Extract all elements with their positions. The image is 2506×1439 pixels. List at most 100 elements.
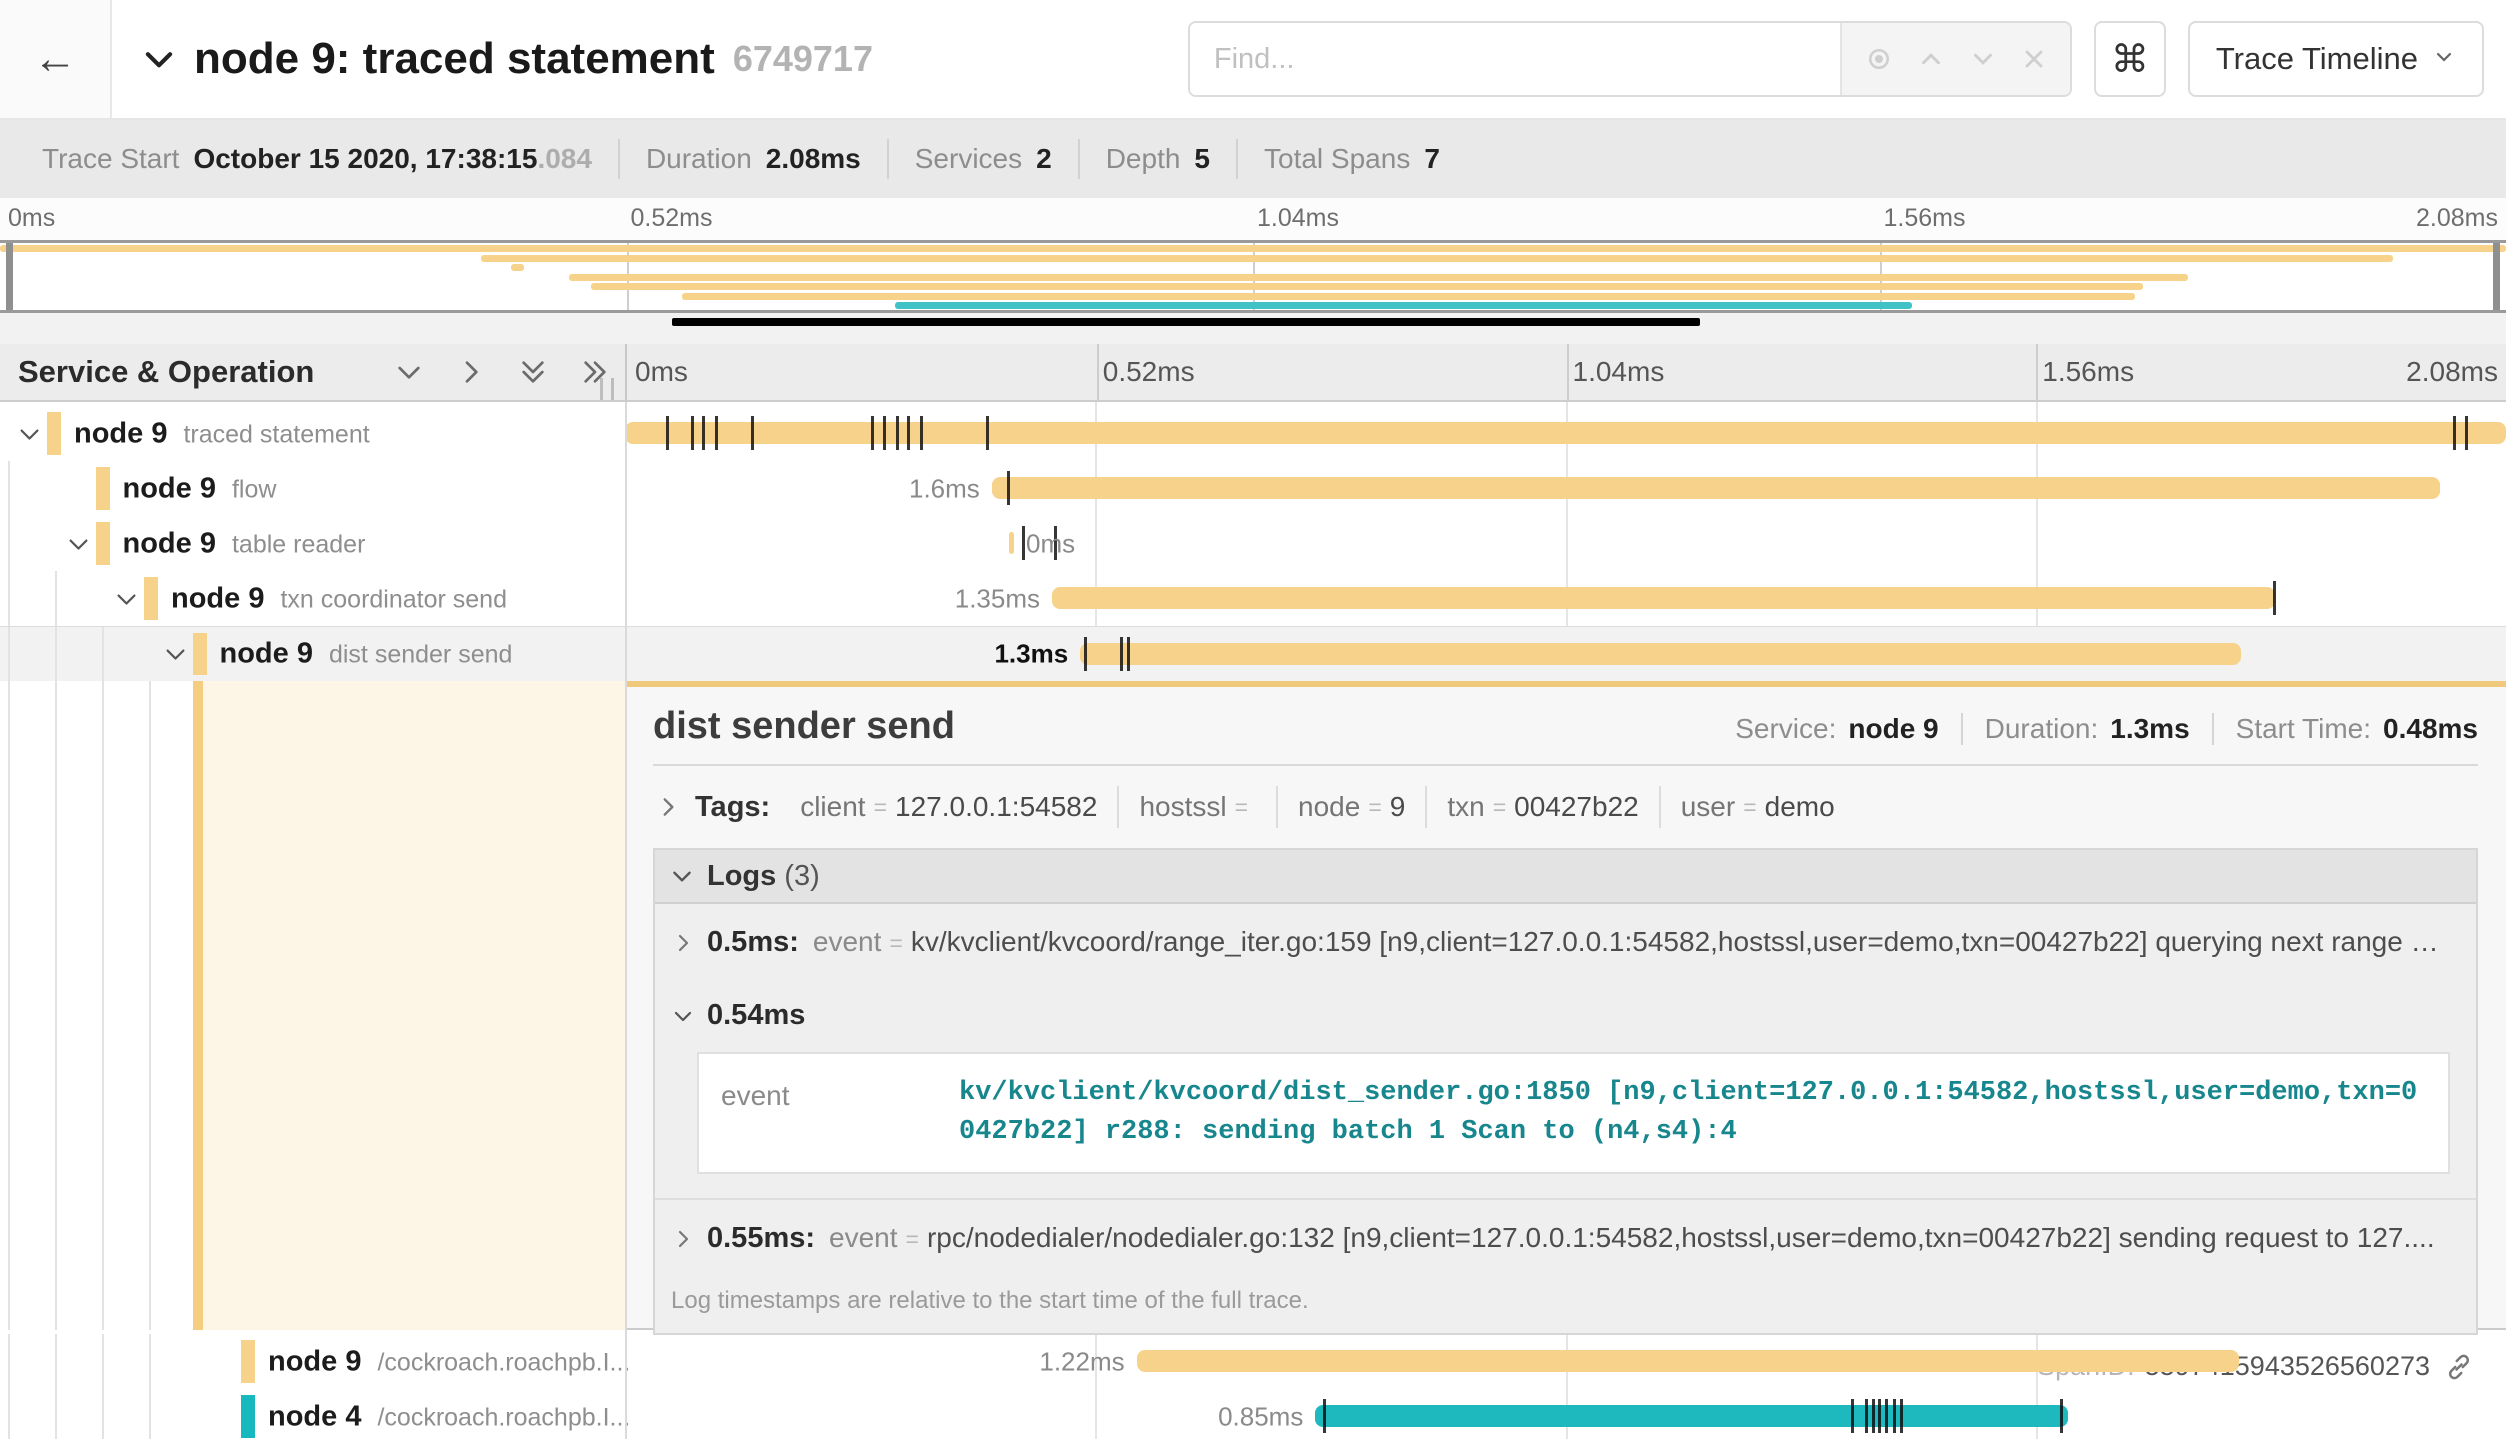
span-duration-bar[interactable]	[1315, 1405, 2067, 1427]
tag-value: 127.0.0.1:54582	[895, 791, 1097, 823]
span-rows-area: node 9traced statementnode 9flow1.6msnod…	[0, 402, 2506, 1439]
span-detail-row: dist sender send Service:node 9Duration:…	[0, 681, 2506, 1330]
logs-body: 0.5ms:event=kv/kvclient/kvcoord/range_it…	[655, 904, 2476, 1277]
service-name[interactable]: node 9table reader	[123, 527, 366, 560]
span-row-name-cell[interactable]: node 9/cockroach.roachpb.I...	[0, 1334, 625, 1389]
ruler-gridline	[1567, 344, 1569, 400]
chevron-down-icon	[669, 863, 695, 889]
span-row-timeline-cell[interactable]: 0ms	[625, 516, 2506, 571]
chevron-right-icon	[671, 1227, 695, 1251]
span-row-name-cell[interactable]: node 9flow	[0, 461, 625, 516]
span-row: node 9flow 1.6ms	[0, 461, 2506, 516]
clear-search-icon[interactable]	[2020, 45, 2048, 73]
collapse-one-icon[interactable]	[393, 356, 425, 388]
minimap-canvas[interactable]	[0, 240, 2506, 313]
app-header: ← node 9: traced statement 6749717	[0, 0, 2506, 120]
indent-guide	[55, 1389, 57, 1439]
minimap-span-bar	[0, 245, 2506, 252]
summary-value-suffix: .084	[537, 143, 592, 175]
column-resizer-grip[interactable]	[600, 378, 614, 400]
summary-item: Duration2.08ms	[618, 139, 887, 179]
detail-meta-value: 1.3ms	[2110, 713, 2189, 745]
minimap-tick-labels: 0ms0.52ms1.04ms1.56ms2.08ms	[0, 198, 2506, 240]
arrow-left-icon: ←	[33, 34, 77, 84]
collapse-all-icon[interactable]	[517, 356, 549, 388]
service-name[interactable]: node 4/cockroach.roachpb.I...	[268, 1400, 630, 1433]
span-row-timeline-cell[interactable]: 1.35ms	[625, 571, 2506, 626]
timeline-header: Service & Operation 0ms0.52ms1.04ms1.56m…	[0, 344, 2506, 402]
span-detail-header[interactable]: dist sender send Service:node 9Duration:…	[653, 705, 2478, 748]
span-row-timeline-cell[interactable]: 0.85ms	[625, 1389, 2506, 1439]
log-field-value: rpc/nodedialer/nodedialer.go:132 [n9,cli…	[927, 1222, 2458, 1254]
service-name[interactable]: node 9dist sender send	[220, 638, 513, 671]
log-marker-tick	[1872, 1399, 1875, 1433]
tag-item: txn=00427b22	[1425, 786, 1658, 828]
minimap-scrubber-left[interactable]	[6, 243, 13, 310]
minimap-scroll-indicator[interactable]	[672, 318, 1700, 326]
page-title[interactable]: node 9: traced statement	[194, 34, 715, 84]
prev-match-icon[interactable]	[1916, 44, 1946, 74]
minimap-scrubber-right[interactable]	[2493, 243, 2500, 310]
span-row-name-cell[interactable]: node 4/cockroach.roachpb.I...	[0, 1389, 625, 1439]
next-match-icon[interactable]	[1968, 44, 1998, 74]
collapse-trace-chevron-icon[interactable]	[140, 40, 178, 78]
span-row-timeline-cell[interactable]: 1.3ms	[625, 627, 2506, 681]
span-duration-bar[interactable]	[1137, 1350, 2239, 1372]
indent-guide	[149, 681, 151, 1330]
trace-id: 6749717	[733, 38, 873, 80]
span-duration-bar[interactable]	[992, 477, 2440, 499]
span-row-name-cell[interactable]: node 9traced statement	[0, 406, 625, 461]
span-row-name-cell[interactable]: node 9txn coordinator send	[0, 571, 625, 626]
span-duration-bar[interactable]	[1080, 643, 2241, 665]
log-timestamp: 0.55ms:	[707, 1222, 815, 1255]
tags-row[interactable]: Tags: client=127.0.0.1:54582hostssl=node…	[653, 766, 2478, 844]
service-operation-title: Service & Operation	[18, 354, 314, 390]
log-timestamp: 0.54ms	[707, 999, 805, 1032]
find-input[interactable]	[1190, 23, 1840, 95]
span-duration-label: 1.6ms	[909, 473, 980, 504]
log-field-key: event	[829, 1222, 898, 1254]
span-duration-label: 0.85ms	[1218, 1401, 1303, 1432]
ruler-gridline	[2036, 344, 2038, 400]
span-row: node 9/cockroach.roachpb.I...1.22ms	[0, 1334, 2506, 1389]
log-marker-tick	[2465, 416, 2468, 450]
log-marker-tick	[2453, 416, 2456, 450]
log-row-expanded-header[interactable]: 0.54ms	[671, 999, 2458, 1032]
service-name[interactable]: node 9flow	[123, 472, 277, 505]
view-selector-button[interactable]: Trace Timeline	[2188, 21, 2484, 97]
span-row-name-cell[interactable]: node 9table reader	[0, 516, 625, 571]
service-name[interactable]: node 9txn coordinator send	[171, 582, 507, 615]
operation-name: flow	[232, 475, 276, 503]
span-expand-chevron-icon[interactable]	[162, 641, 189, 668]
minimap-span-bar	[481, 255, 2393, 262]
expand-one-icon[interactable]	[455, 356, 487, 388]
logs-header[interactable]: Logs (3)	[655, 850, 2476, 904]
back-button[interactable]: ←	[0, 0, 112, 118]
logs-count: (3)	[784, 860, 819, 893]
span-row: node 9traced statement	[0, 406, 2506, 461]
span-row-timeline-cell[interactable]: 1.6ms	[625, 461, 2506, 516]
span-row-name-cell[interactable]: node 9dist sender send	[0, 627, 625, 681]
service-name[interactable]: node 9/cockroach.roachpb.I...	[268, 1345, 630, 1378]
indent-guide	[55, 627, 57, 681]
operation-name: /cockroach.roachpb.I...	[377, 1348, 630, 1376]
log-row[interactable]: 0.55ms:event=rpc/nodedialer/nodedialer.g…	[655, 1198, 2476, 1277]
indent-guide	[102, 1334, 104, 1389]
span-expand-chevron-icon[interactable]	[16, 420, 43, 447]
indent-guide	[149, 1334, 151, 1389]
span-expand-chevron-icon[interactable]	[65, 530, 92, 557]
span-duration-bar[interactable]	[1009, 532, 1014, 554]
span-row-timeline-cell[interactable]: 1.22ms	[625, 1334, 2506, 1389]
summary-value: October 15 2020, 17:38:15	[193, 143, 537, 175]
log-marker-tick	[1323, 1399, 1326, 1433]
span-duration-label: 1.35ms	[955, 583, 1040, 614]
summary-item: Total Spans7	[1236, 139, 1466, 179]
span-duration-bar[interactable]	[1052, 587, 2275, 609]
service-color-bar	[144, 577, 158, 620]
locate-icon[interactable]	[1864, 44, 1894, 74]
span-row-timeline-cell[interactable]	[625, 406, 2506, 461]
log-row[interactable]: 0.5ms:event=kv/kvclient/kvcoord/range_it…	[655, 904, 2476, 981]
span-expand-chevron-icon[interactable]	[113, 585, 140, 612]
keyboard-shortcuts-button[interactable]: ⌘	[2094, 21, 2166, 97]
service-name[interactable]: node 9traced statement	[74, 417, 370, 450]
